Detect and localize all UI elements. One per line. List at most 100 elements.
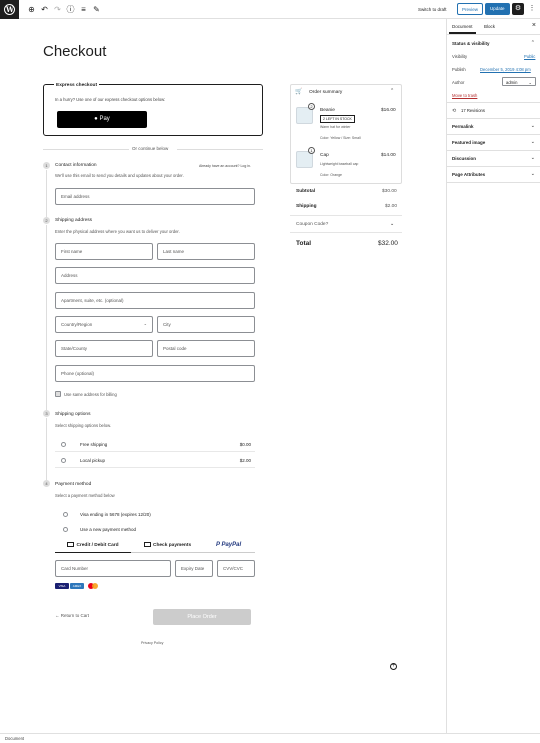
permalink-panel[interactable]: Permalink <box>452 124 474 129</box>
saved-card-option[interactable]: Visa ending in 5678 (expires 12/20) <box>55 507 255 522</box>
preview-button[interactable]: Preview <box>457 3 484 15</box>
return-to-cart-link[interactable]: ← Return to Cart <box>55 613 89 618</box>
page-title[interactable]: Checkout <box>43 43 106 60</box>
expiry-input[interactable] <box>176 561 212 576</box>
radio-button[interactable] <box>61 442 66 447</box>
more-options-icon[interactable]: ⋮ <box>528 3 536 15</box>
chevron-down-icon[interactable]: ⌄ <box>531 171 535 177</box>
add-block-icon[interactable]: ⊕ <box>27 5 36 14</box>
divider <box>177 149 263 150</box>
first-name-input[interactable] <box>56 244 152 259</box>
page-attributes-panel[interactable]: Page Attributes <box>452 172 485 177</box>
radio-button[interactable] <box>61 458 66 463</box>
step-connector <box>46 170 47 218</box>
radio-button[interactable] <box>63 527 68 532</box>
tab-paypal[interactable]: P PayPal <box>216 538 241 553</box>
low-stock-badge: 2 LEFT IN STOCK <box>320 115 355 123</box>
state-field[interactable] <box>55 340 153 357</box>
login-link[interactable]: Already have an account? Log in. <box>199 164 251 168</box>
status-visibility-panel[interactable]: Status & visibility <box>452 41 490 46</box>
author-select[interactable]: admin ⌄ <box>502 77 536 86</box>
add-block-icon[interactable]: + <box>390 663 397 670</box>
first-name-field[interactable] <box>55 243 153 260</box>
discussion-panel[interactable]: Discussion <box>452 156 476 161</box>
express-checkout-box <box>43 84 263 136</box>
redo-icon[interactable]: ↷ <box>53 5 62 14</box>
tab-credit-card[interactable]: Credit / Debit Card <box>55 538 131 553</box>
edit-tools-icon[interactable]: ✎ <box>92 5 101 14</box>
cvc-field[interactable] <box>217 560 255 577</box>
settings-gear-icon[interactable]: ⚙ <box>512 3 524 15</box>
wordpress-logo-icon[interactable]: W <box>0 0 19 19</box>
place-order-button[interactable]: Place Order <box>153 609 251 625</box>
same-billing-label: Use same address for billing <box>64 391 117 397</box>
phone-field[interactable] <box>55 365 255 382</box>
payment-method-desc: Select a payment method below <box>55 493 115 498</box>
tab-check-payments[interactable]: Check payments <box>144 538 191 553</box>
country-select[interactable]: ⌄ <box>55 316 153 333</box>
apartment-input[interactable] <box>56 293 254 308</box>
expiry-field[interactable] <box>175 560 213 577</box>
divider <box>43 149 129 150</box>
quantity-badge: 1 <box>308 147 315 154</box>
publish-date[interactable]: December 5, 2019 4:08 pm <box>480 67 531 72</box>
option-label: Local pickup <box>80 457 106 463</box>
product-name: Beanie <box>320 108 335 113</box>
city-field[interactable] <box>157 316 255 333</box>
or-continue-text: Or continue below <box>132 146 169 151</box>
breadcrumb[interactable]: Document <box>5 736 24 741</box>
tab-document[interactable]: Document <box>449 24 475 34</box>
postal-code-input[interactable] <box>158 341 254 356</box>
card-number-field[interactable] <box>55 560 171 577</box>
apartment-field[interactable] <box>55 292 255 309</box>
chevron-down-icon[interactable]: ⌄ <box>531 123 535 129</box>
revisions-link[interactable]: 17 Revisions <box>461 108 485 113</box>
chevron-down-icon[interactable]: ⌄ <box>531 139 535 145</box>
country-input[interactable] <box>56 317 152 332</box>
visa-logo-icon: VISA <box>55 583 69 589</box>
radio-button[interactable] <box>63 512 68 517</box>
city-input[interactable] <box>158 317 254 332</box>
postal-code-field[interactable] <box>157 340 255 357</box>
step-number: 4 <box>43 480 50 487</box>
chevron-down-icon[interactable]: ⌄ <box>390 221 394 227</box>
featured-image-panel[interactable]: Featured image <box>452 140 485 145</box>
step-connector <box>46 418 47 481</box>
last-name-field[interactable] <box>157 243 255 260</box>
contact-info-desc: We'll use this email to send you details… <box>55 173 184 178</box>
visibility-label: Visibility <box>452 54 468 59</box>
privacy-policy-link[interactable]: Privacy Policy <box>141 641 163 645</box>
undo-icon[interactable]: ↶ <box>40 5 49 14</box>
new-payment-option[interactable]: Use a new payment method <box>55 522 255 537</box>
address-field[interactable] <box>55 267 255 284</box>
email-field[interactable] <box>55 188 255 205</box>
email-input[interactable] <box>56 189 254 204</box>
move-to-trash-link[interactable]: Move to trash <box>452 93 477 98</box>
coupon-toggle[interactable]: Coupon Code? <box>296 222 328 227</box>
tab-label: PayPal <box>221 542 242 548</box>
shipping-option[interactable]: Local pickup $2.00 <box>55 453 255 468</box>
shipping-option[interactable]: Free shipping $0.00 <box>55 437 255 452</box>
same-billing-checkbox[interactable] <box>55 391 61 397</box>
chevron-up-icon[interactable]: ⌃ <box>390 88 394 94</box>
chevron-down-icon[interactable]: ⌄ <box>531 155 535 161</box>
info-icon[interactable]: ⓘ <box>66 5 75 14</box>
apple-pay-button[interactable]: ● Pay <box>57 111 147 128</box>
option-label: Free shipping <box>80 441 108 447</box>
visibility-value[interactable]: Public <box>524 54 535 59</box>
state-input[interactable] <box>56 341 152 356</box>
card-number-input[interactable] <box>56 561 170 576</box>
last-name-input[interactable] <box>158 244 254 259</box>
list-view-icon[interactable]: ≡ <box>79 5 88 14</box>
phone-input[interactable] <box>56 366 254 381</box>
shipping-label: Shipping <box>296 204 317 209</box>
close-icon[interactable]: × <box>532 22 536 29</box>
tab-label: Credit / Debit Card <box>76 543 119 548</box>
order-summary-box <box>290 84 402 184</box>
address-input[interactable] <box>56 268 254 283</box>
switch-to-draft-link[interactable]: Switch to draft <box>418 7 447 12</box>
cvc-input[interactable] <box>218 561 254 576</box>
chevron-up-icon[interactable]: ⌃ <box>531 40 535 46</box>
tab-block[interactable]: Block <box>484 24 495 29</box>
update-button[interactable]: Update <box>485 3 510 15</box>
